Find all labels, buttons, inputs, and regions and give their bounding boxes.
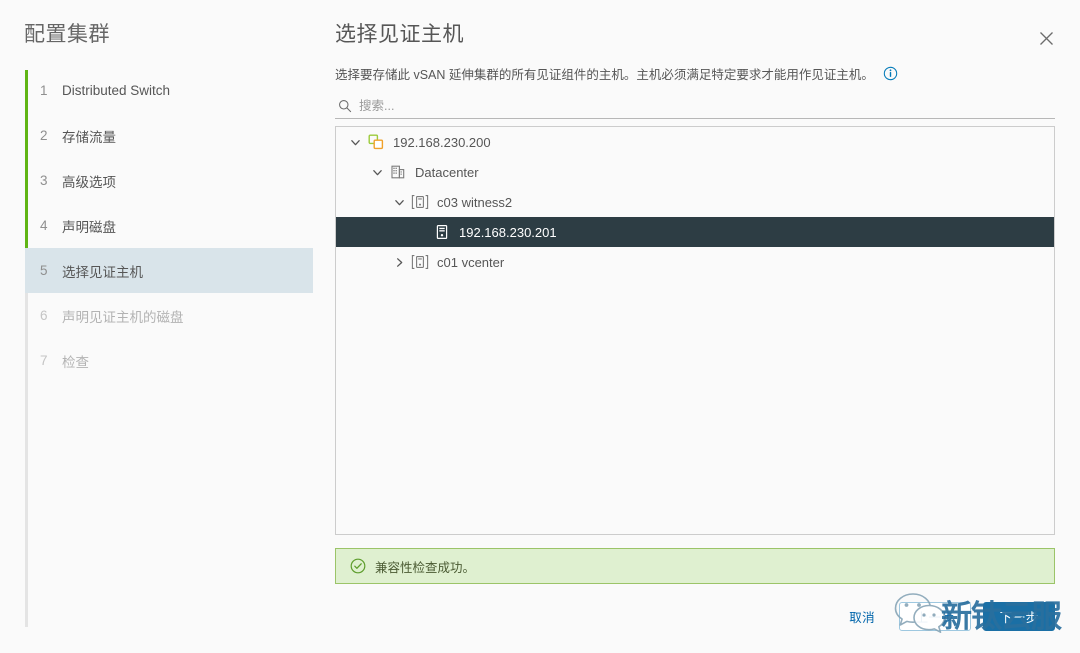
chevron-down-icon[interactable]: [344, 137, 366, 148]
back-button[interactable]: 上一步: [899, 602, 971, 631]
tree-node[interactable]: c03 witness2: [336, 187, 1054, 217]
cancel-button[interactable]: 取消: [837, 601, 887, 632]
wizard-step-number: 7: [40, 353, 62, 368]
info-circle-icon[interactable]: [883, 66, 898, 81]
wizard-step-1[interactable]: 1Distributed Switch: [25, 68, 313, 113]
search-row[interactable]: [335, 93, 1055, 119]
cluster-icon: [410, 194, 430, 210]
wizard-step-3[interactable]: 3高级选项: [25, 158, 313, 203]
chevron-down-icon[interactable]: [366, 167, 388, 178]
wizard-step-number: 2: [40, 128, 62, 143]
datacenter-icon: [388, 164, 408, 180]
vcenter-icon: [366, 134, 386, 150]
tree-node[interactable]: Datacenter: [336, 157, 1054, 187]
wizard-title: 配置集群: [24, 18, 110, 48]
wizard-step-number: 1: [40, 83, 62, 98]
tree-node-label: c01 vcenter: [437, 255, 504, 270]
wizard-step-label: 声明磁盘: [62, 216, 116, 236]
page-description: 选择要存储此 vSAN 延伸集群的所有见证组件的主机。主机必须满足特定要求才能用…: [335, 64, 898, 83]
tree-node[interactable]: 192.168.230.200: [336, 127, 1054, 157]
search-icon: [338, 99, 352, 113]
chevron-down-icon[interactable]: [388, 197, 410, 208]
host-tree-panel[interactable]: 192.168.230.200 Datacenter c03 witness2 192…: [335, 126, 1055, 535]
cluster-icon: [410, 254, 430, 270]
tree-node-label: 192.168.230.200: [393, 135, 491, 150]
wizard-step-label: 检查: [62, 351, 89, 371]
wizard-step-5[interactable]: 5选择见证主机: [25, 248, 313, 293]
wizard-steps-pane: 配置集群 1Distributed Switch2存储流量3高级选项4声明磁盘5…: [0, 0, 330, 653]
success-check-icon: [350, 558, 366, 574]
compatibility-alert-message: 兼容性检查成功。: [375, 557, 475, 576]
page-description-text: 选择要存储此 vSAN 延伸集群的所有见证组件的主机。主机必须满足特定要求才能用…: [335, 64, 874, 83]
search-input[interactable]: [359, 99, 959, 113]
tree-node-selected[interactable]: 192.168.230.201: [336, 217, 1054, 247]
wizard-step-label: Distributed Switch: [62, 83, 170, 98]
wizard-dialog: 配置集群 1Distributed Switch2存储流量3高级选项4声明磁盘5…: [0, 0, 1080, 653]
close-icon[interactable]: [1034, 26, 1058, 50]
tree-node-label: Datacenter: [415, 165, 479, 180]
wizard-step-label: 存储流量: [62, 126, 116, 146]
tree-node-label: c03 witness2: [437, 195, 512, 210]
wizard-step-number: 6: [40, 308, 62, 323]
wizard-step-label: 声明见证主机的磁盘: [62, 306, 184, 326]
host-icon: [432, 224, 452, 240]
wizard-step-list: 1Distributed Switch2存储流量3高级选项4声明磁盘5选择见证主…: [25, 68, 313, 383]
wizard-step-4[interactable]: 4声明磁盘: [25, 203, 313, 248]
wizard-step-number: 5: [40, 263, 62, 278]
wizard-step-label: 选择见证主机: [62, 261, 143, 281]
next-button[interactable]: 下一步: [983, 602, 1055, 631]
wizard-step-number: 3: [40, 173, 62, 188]
wizard-step-6: 6声明见证主机的磁盘: [25, 293, 313, 338]
chevron-right-icon[interactable]: [388, 257, 410, 268]
tree-node[interactable]: c01 vcenter: [336, 247, 1054, 277]
wizard-step-7: 7检查: [25, 338, 313, 383]
wizard-step-number: 4: [40, 218, 62, 233]
page-title: 选择见证主机: [335, 18, 464, 48]
compatibility-alert: 兼容性检查成功。: [335, 548, 1055, 584]
dialog-footer: 取消 上一步 下一步: [0, 596, 1080, 636]
tree-node-label: 192.168.230.201: [459, 225, 557, 240]
wizard-step-label: 高级选项: [62, 171, 116, 191]
content-pane: 选择见证主机 选择要存储此 vSAN 延伸集群的所有见证组件的主机。主机必须满足…: [330, 0, 1080, 653]
wizard-step-2[interactable]: 2存储流量: [25, 113, 313, 158]
